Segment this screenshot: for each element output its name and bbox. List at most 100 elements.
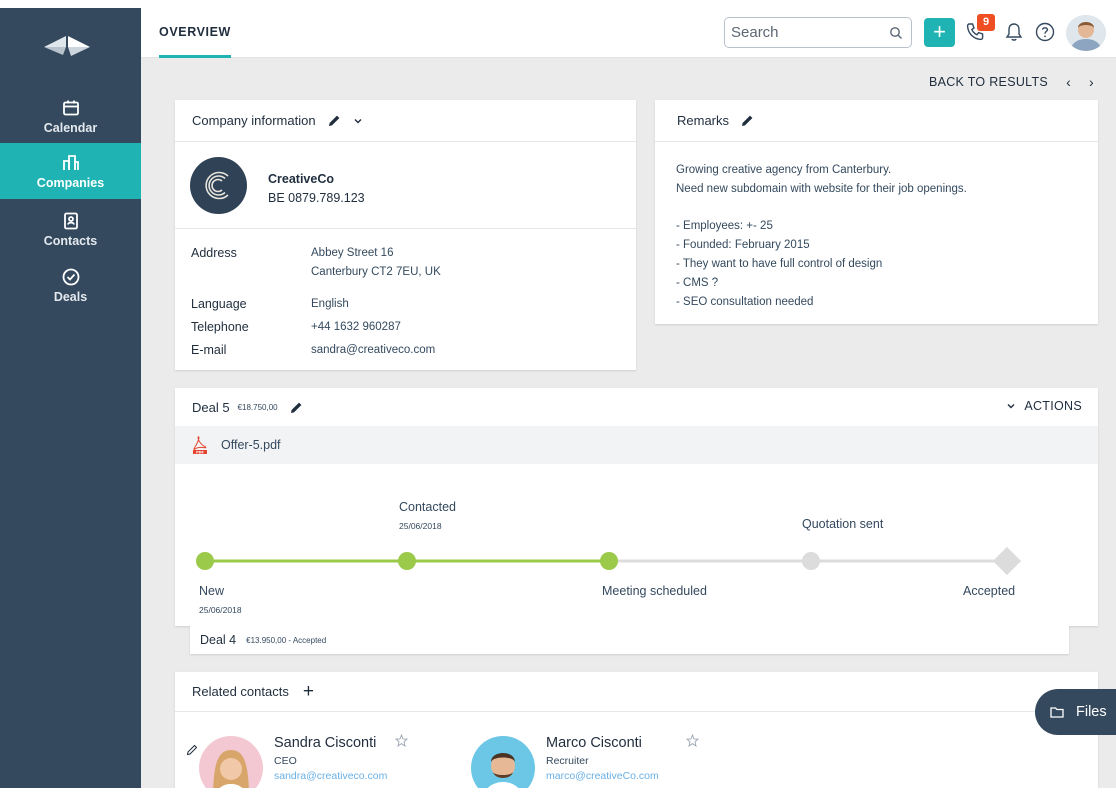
files-panel-button[interactable]: Files	[1035, 689, 1116, 735]
remarks-line: - Employees: +- 25	[676, 220, 773, 233]
company-card-title: Company information	[192, 113, 316, 128]
edit-pencil-icon[interactable]	[186, 744, 198, 756]
contact-role: Recruiter	[546, 755, 589, 767]
telephone-label: Telephone	[191, 320, 249, 334]
stage-date: 25/06/2018	[199, 605, 242, 615]
remarks-card-title: Remarks	[677, 113, 730, 128]
favorite-star-icon[interactable]	[686, 734, 699, 747]
contact-role: CEO	[274, 755, 297, 767]
contact-avatar-image	[199, 736, 263, 788]
edit-pencil-icon[interactable]	[741, 114, 754, 127]
remarks-card-header: Remarks	[655, 100, 1098, 142]
language-label: Language	[191, 297, 247, 311]
app-frame: Calendar Companies Contacts Deals OVERVI…	[0, 8, 1116, 788]
sidebar-item-calendar[interactable]: Calendar	[0, 88, 141, 144]
stage-progress-track	[196, 546, 1022, 576]
contact-email[interactable]: sandra@creativeco.com	[274, 770, 387, 782]
related-contacts-header: Related contacts +	[175, 672, 1098, 712]
remarks-line: - They want to have full control of desi…	[676, 257, 883, 270]
contact-name: Sandra Cisconti	[274, 735, 377, 751]
contact-avatar	[199, 736, 263, 788]
email-value[interactable]: sandra@creativeco.com	[311, 344, 435, 356]
chevron-down-icon[interactable]	[353, 116, 363, 126]
sidebar-item-deals[interactable]: Deals	[0, 257, 141, 313]
deal-card-header: Deal 5 €18.750,00	[175, 388, 1098, 426]
sidebar-item-label: Calendar	[43, 120, 98, 135]
deal-stage-timeline: New 25/06/2018 Contacted 25/06/2018 Meeting …	[175, 464, 1098, 626]
files-label: Files	[1076, 704, 1107, 720]
back-to-results-link[interactable]: BACK TO RESULTS	[929, 75, 1048, 89]
deal-card: Deal 5 €18.750,00 ACTIONS PDF Offer-5.pd…	[175, 388, 1098, 626]
address-line-2: Canterbury CT2 7EU, UK	[311, 266, 441, 278]
svg-text:PDF: PDF	[196, 450, 204, 454]
stage-node[interactable]	[398, 552, 416, 570]
pdf-file-icon: PDF	[193, 436, 207, 454]
deal-other-meta: €13.950,00 - Accepted	[246, 635, 327, 645]
next-chevron-icon[interactable]: ›	[1089, 74, 1094, 90]
attachment-file-link[interactable]: Offer-5.pdf	[221, 438, 281, 452]
email-label: E-mail	[191, 343, 227, 357]
calendar-icon	[62, 100, 79, 115]
remarks-text: Growing creative agency from Canterbury.…	[676, 161, 967, 311]
contact-avatar	[471, 736, 535, 788]
company-card-header: Company information	[175, 100, 636, 142]
bell-icon[interactable]	[1003, 21, 1025, 43]
language-value: English	[311, 298, 349, 310]
folder-icon	[1050, 707, 1064, 718]
user-avatar-image	[1066, 15, 1106, 51]
contacts-icon	[63, 212, 78, 229]
stage-label: New	[199, 584, 225, 598]
sidebar-item-label: Contacts	[43, 233, 98, 248]
contact-email[interactable]: marco@creativeCo.com	[546, 770, 659, 782]
add-contact-plus-icon[interactable]: +	[303, 682, 314, 701]
deal-title: Deal 5	[192, 399, 230, 415]
user-avatar[interactable]	[1066, 15, 1106, 51]
remarks-card: Remarks Growing creative agency from Can…	[655, 100, 1098, 324]
help-icon[interactable]	[1034, 21, 1056, 43]
add-button[interactable]: +	[924, 18, 955, 47]
remarks-line: Growing creative agency from Canterbury.	[676, 164, 892, 176]
divider	[175, 228, 636, 229]
company-name: CreativeCo	[268, 172, 334, 186]
stage-node[interactable]	[992, 546, 1022, 576]
search-input[interactable]	[725, 18, 885, 47]
sidebar-item-label: Companies	[36, 175, 105, 190]
deal-row-collapsed[interactable]: Deal 4 €13.950,00 - Accepted	[190, 626, 1069, 654]
tab-overview[interactable]: OVERVIEW	[159, 8, 231, 58]
address-line-1: Abbey Street 16	[311, 247, 394, 259]
previous-chevron-icon[interactable]: ‹	[1066, 74, 1071, 90]
contact-name: Marco Cisconti	[546, 735, 642, 751]
app-logo-icon[interactable]	[44, 34, 90, 58]
notification-badge: 9	[977, 14, 995, 31]
search-box	[724, 17, 912, 48]
favorite-star-icon[interactable]	[395, 734, 408, 747]
stage-node[interactable]	[802, 552, 820, 570]
stage-date: 25/06/2018	[399, 521, 442, 531]
sidebar-item-companies[interactable]: Companies	[0, 143, 141, 199]
chevron-down-icon	[1007, 404, 1015, 409]
remarks-line	[676, 199, 967, 218]
tab-active-indicator	[159, 55, 231, 58]
attachment-row: PDF Offer-5.pdf	[175, 426, 1098, 464]
stage-label: Quotation sent	[802, 517, 884, 531]
contact-avatar-image	[471, 736, 535, 788]
stage-label: Contacted	[399, 500, 456, 514]
edit-pencil-icon[interactable]	[328, 114, 341, 127]
telephone-value[interactable]: +44 1632 960287	[311, 321, 401, 333]
actions-dropdown[interactable]: ACTIONS	[1006, 399, 1082, 413]
stage-node[interactable]	[600, 552, 618, 570]
deal-other-title: Deal 4	[200, 633, 237, 647]
remarks-line: Need new subdomain with website for thei…	[676, 182, 967, 195]
related-contacts-title: Related contacts	[192, 684, 289, 699]
companies-icon	[62, 154, 79, 170]
company-logo	[190, 157, 247, 214]
search-icon[interactable]	[889, 26, 903, 40]
edit-pencil-icon[interactable]	[290, 401, 303, 414]
sidebar: Calendar Companies Contacts Deals	[0, 8, 141, 788]
remarks-line: - CMS ?	[676, 276, 719, 289]
company-vat: BE 0879.789.123	[268, 191, 365, 205]
top-header: OVERVIEW + 9	[141, 8, 1116, 58]
stage-node[interactable]	[196, 552, 214, 570]
address-label: Address	[191, 246, 237, 260]
sidebar-item-contacts[interactable]: Contacts	[0, 201, 141, 257]
